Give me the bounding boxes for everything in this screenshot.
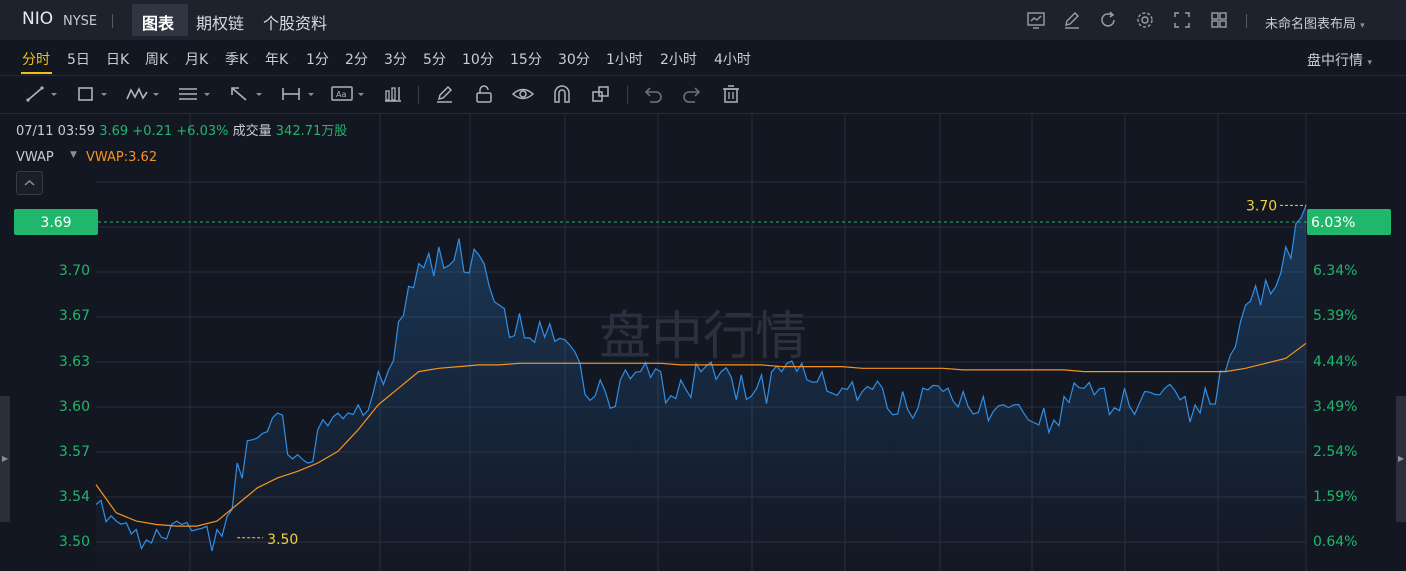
collapse-indicator-button[interactable] <box>16 171 43 195</box>
volume-label: 成交量 <box>232 124 272 139</box>
period-intraday[interactable]: 分时 <box>22 49 50 69</box>
period-1h[interactable]: 1小时 <box>606 49 643 69</box>
period-15min[interactable]: 15分 <box>510 49 542 69</box>
trash-icon[interactable] <box>720 84 742 104</box>
period-monthly[interactable]: 月K <box>185 49 208 69</box>
period-daily[interactable]: 日K <box>106 49 129 69</box>
percent-axis-tick-label: 2.54% <box>1313 444 1357 460</box>
right-panel-handle[interactable]: ▶ <box>1396 396 1406 522</box>
arrow-tool-icon[interactable] <box>228 84 266 104</box>
quote-change: +0.21 <box>132 124 173 139</box>
line-tool-icon[interactable] <box>24 84 60 104</box>
percent-axis-tick-label: 3.49% <box>1313 399 1357 415</box>
divider <box>1246 14 1247 28</box>
period-5d[interactable]: 5日 <box>67 49 90 69</box>
fullscreen-icon[interactable] <box>1172 10 1192 30</box>
measure-tool-icon[interactable] <box>280 84 318 104</box>
rectangle-tool-icon[interactable] <box>74 84 110 104</box>
drawing-toolbar: Aa <box>0 76 1406 114</box>
indicator-selector[interactable]: VWAP <box>16 150 54 165</box>
fib-tool-icon[interactable] <box>176 84 214 104</box>
chevron-down-icon: ▾ <box>1367 58 1372 68</box>
period-2h[interactable]: 2小时 <box>660 49 697 69</box>
chevron-down-icon[interactable]: ▼ <box>70 150 77 160</box>
active-period-underline <box>21 72 52 74</box>
chevron-up-icon <box>24 179 35 186</box>
quote-change-pct: +6.03% <box>176 124 229 139</box>
period-1min[interactable]: 1分 <box>306 49 329 69</box>
percent-axis-tick-label: 1.59% <box>1313 489 1357 505</box>
magnet-icon[interactable] <box>551 84 573 104</box>
price-axis-tick-label: 3.54 <box>59 489 90 505</box>
price-axis-tick-label: 3.60 <box>59 399 90 415</box>
svg-text:Aa: Aa <box>336 90 346 99</box>
undo-icon[interactable] <box>642 84 664 104</box>
percent-axis-right: 7.29%6.34%5.39%4.44%3.49%2.54%1.59%0.64% <box>1313 218 1357 550</box>
grid-layout-icon[interactable] <box>1209 10 1229 30</box>
settings-icon[interactable] <box>1135 10 1155 30</box>
period-2min[interactable]: 2分 <box>345 49 368 69</box>
redo-icon[interactable] <box>681 84 703 104</box>
copy-icon[interactable] <box>590 84 612 104</box>
current-pct-tag-right: 6.03% <box>1307 209 1391 236</box>
current-price-tag-left: 3.69 <box>14 209 98 236</box>
period-30min[interactable]: 30分 <box>558 49 590 69</box>
divider <box>112 14 113 28</box>
quote-price: 3.69 <box>99 124 129 139</box>
vwap-value: VWAP:3.62 <box>86 150 158 165</box>
layout-name: 未命名图表布局 <box>1265 17 1357 32</box>
chart-watermark: 盘中行情 <box>599 307 807 367</box>
brush-icon[interactable] <box>434 84 456 104</box>
price-axis-tick-label: 3.50 <box>59 534 90 550</box>
quote-volume: 342.71万股 <box>275 124 348 139</box>
tab-option-chain[interactable]: 期权链 <box>196 10 244 34</box>
chevron-right-icon: ▶ <box>2 454 9 463</box>
session-label: 盘中行情 <box>1307 53 1363 69</box>
quote-datetime: 07/11 03:59 <box>16 124 96 139</box>
indicator-tool-icon[interactable] <box>382 84 404 104</box>
period-yearly[interactable]: 年K <box>265 49 288 69</box>
period-4h[interactable]: 4小时 <box>714 49 751 69</box>
unlock-icon[interactable] <box>473 84 495 104</box>
session-selector[interactable]: 盘中行情 ▾ <box>1307 50 1372 70</box>
price-axis-left: 3.733.703.673.633.603.573.543.50 <box>59 218 90 550</box>
divider <box>627 86 628 104</box>
edit-icon[interactable] <box>1062 10 1082 30</box>
tab-stock-profile[interactable]: 个股资料 <box>263 10 327 34</box>
period-5min[interactable]: 5分 <box>423 49 446 69</box>
period-bar: 分时 5日 日K 周K 月K 季K 年K 1分 2分 3分 5分 10分 15分… <box>0 40 1406 76</box>
text-tool-icon[interactable]: Aa <box>330 84 368 104</box>
top-bar: NIO NYSE 图表 期权链 个股资料 未命名图表布局 ▾ <box>0 0 1406 40</box>
chevron-right-icon: ▶ <box>1398 454 1405 463</box>
pattern-tool-icon[interactable] <box>124 84 162 104</box>
current-price-tag: 3.69 <box>40 215 71 231</box>
eye-icon[interactable] <box>512 84 534 104</box>
current-pct-tag: 6.03% <box>1311 215 1355 231</box>
high-marker-label: 3.70 <box>1246 198 1277 214</box>
period-10min[interactable]: 10分 <box>462 49 494 69</box>
price-axis-tick-label: 3.57 <box>59 444 90 460</box>
percent-axis-tick-label: 0.64% <box>1313 534 1357 550</box>
price-axis-tick-label: 3.70 <box>59 263 90 279</box>
divider <box>418 86 419 104</box>
ticker-symbol: NIO <box>22 9 54 29</box>
period-3min[interactable]: 3分 <box>384 49 407 69</box>
period-weekly[interactable]: 周K <box>145 49 168 69</box>
price-axis-tick-label: 3.67 <box>59 308 90 324</box>
price-axis-tick-label: 3.63 <box>59 354 90 370</box>
percent-axis-tick-label: 5.39% <box>1313 308 1357 324</box>
quote-info-line: 07/11 03:59 3.69 +0.21 +6.03% 成交量 342.71… <box>16 120 347 139</box>
exchange-label: NYSE <box>63 14 98 29</box>
price-chart[interactable]: 盘中行情 3.733.703.673.633.603.573.543.50 7.… <box>0 114 1406 571</box>
layout-selector[interactable]: 未命名图表布局 ▾ <box>1265 13 1365 32</box>
chart-window-icon[interactable] <box>1026 10 1046 30</box>
chevron-down-icon: ▾ <box>1360 21 1365 31</box>
left-panel-handle[interactable]: ▶ <box>0 396 10 522</box>
period-quarterly[interactable]: 季K <box>225 49 248 69</box>
refresh-icon[interactable] <box>1098 10 1118 30</box>
percent-axis-tick-label: 6.34% <box>1313 263 1357 279</box>
tab-chart[interactable]: 图表 <box>142 10 174 34</box>
low-marker-label: 3.50 <box>267 532 298 548</box>
percent-axis-tick-label: 4.44% <box>1313 354 1357 370</box>
